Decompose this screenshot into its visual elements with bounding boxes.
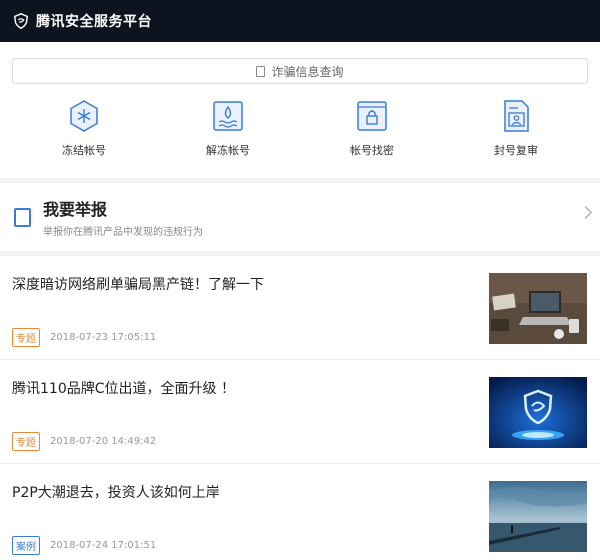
tool-unfreeze-label: 解冻帐号 — [206, 144, 250, 157]
app-title: 腾讯安全服务平台 — [36, 14, 152, 30]
profile-document-icon — [504, 100, 529, 132]
tool-freeze-label: 冻结帐号 — [62, 144, 106, 157]
news-list: 深度暗访网络刷单骗局黑产链！了解一下 专题 2018-07-23 17:05:1… — [0, 256, 600, 560]
snowflake-hex-icon — [70, 100, 98, 132]
news-tag: 案例 — [12, 536, 40, 555]
tool-unfreeze-account[interactable]: 解冻帐号 — [156, 98, 300, 158]
sunset-pier-thumbnail[interactable] — [489, 481, 587, 552]
tool-freeze-account[interactable]: 冻结帐号 — [12, 98, 156, 158]
lock-browser-icon — [357, 101, 387, 131]
tool-grid: 冻结帐号 解冻帐号 帐号找密 封号复审 — [12, 98, 588, 158]
fraud-search-label: 诈骗信息查询 — [271, 64, 344, 79]
news-title[interactable]: 深度暗访网络刷单骗局黑产链！了解一下 — [12, 274, 472, 294]
top-bar: 腾讯安全服务平台 — [0, 0, 600, 42]
chevron-right-icon — [579, 206, 592, 219]
news-meta: 案例 2018-07-24 17:01:51 — [12, 536, 156, 555]
news-title[interactable]: 腾讯110品牌C位出道，全面升级 ！ — [12, 378, 472, 398]
tool-password-label: 帐号找密 — [350, 144, 394, 157]
tool-ban-review-label: 封号复审 — [494, 144, 538, 157]
news-date: 2018-07-24 17:01:51 — [50, 540, 157, 551]
news-item[interactable]: 深度暗访网络刷单骗局黑产链！了解一下 专题 2018-07-23 17:05:1… — [0, 256, 600, 360]
report-text: 我要举报 举报你在腾讯产品中发现的违规行为 — [43, 196, 203, 238]
news-date: 2018-07-23 17:05:11 — [50, 332, 157, 343]
news-date: 2018-07-20 14:49:42 — [50, 436, 157, 447]
shield-logo-icon — [13, 13, 29, 30]
news-meta: 专题 2018-07-20 14:49:42 — [12, 432, 156, 451]
report-title: 我要举报 — [43, 200, 108, 219]
news-item[interactable]: P2P大潮退去，投资人该如何上岸 案例 2018-07-24 17:01:51 — [0, 464, 600, 560]
news-tag: 专题 — [12, 432, 40, 451]
blue-shield-thumbnail[interactable] — [489, 377, 587, 448]
tool-ban-review[interactable]: 封号复审 — [444, 98, 588, 158]
tool-password-recovery[interactable]: 帐号找密 — [300, 98, 444, 158]
report-icon — [14, 207, 31, 227]
page: 腾讯安全服务平台 诈骗信息查询 冻结帐号 解冻帐号 帐号找密 封号复审 我要举报… — [0, 0, 600, 560]
news-title[interactable]: P2P大潮退去，投资人该如何上岸 — [12, 482, 472, 502]
document-icon — [256, 65, 266, 77]
news-meta: 专题 2018-07-23 17:05:11 — [12, 328, 156, 347]
laptop-desk-thumbnail[interactable] — [489, 273, 587, 344]
report-entry[interactable]: 我要举报 举报你在腾讯产品中发现的违规行为 — [0, 183, 600, 251]
news-tag: 专题 — [12, 328, 40, 347]
news-item[interactable]: 腾讯110品牌C位出道，全面升级 ！ 专题 2018-07-20 14:49:4… — [0, 360, 600, 464]
melting-drop-icon — [213, 101, 243, 131]
fraud-search-button[interactable]: 诈骗信息查询 — [12, 58, 588, 84]
tools-panel: 诈骗信息查询 冻结帐号 解冻帐号 帐号找密 封号复审 — [0, 42, 600, 178]
report-subtitle: 举报你在腾讯产品中发现的违规行为 — [43, 227, 203, 238]
